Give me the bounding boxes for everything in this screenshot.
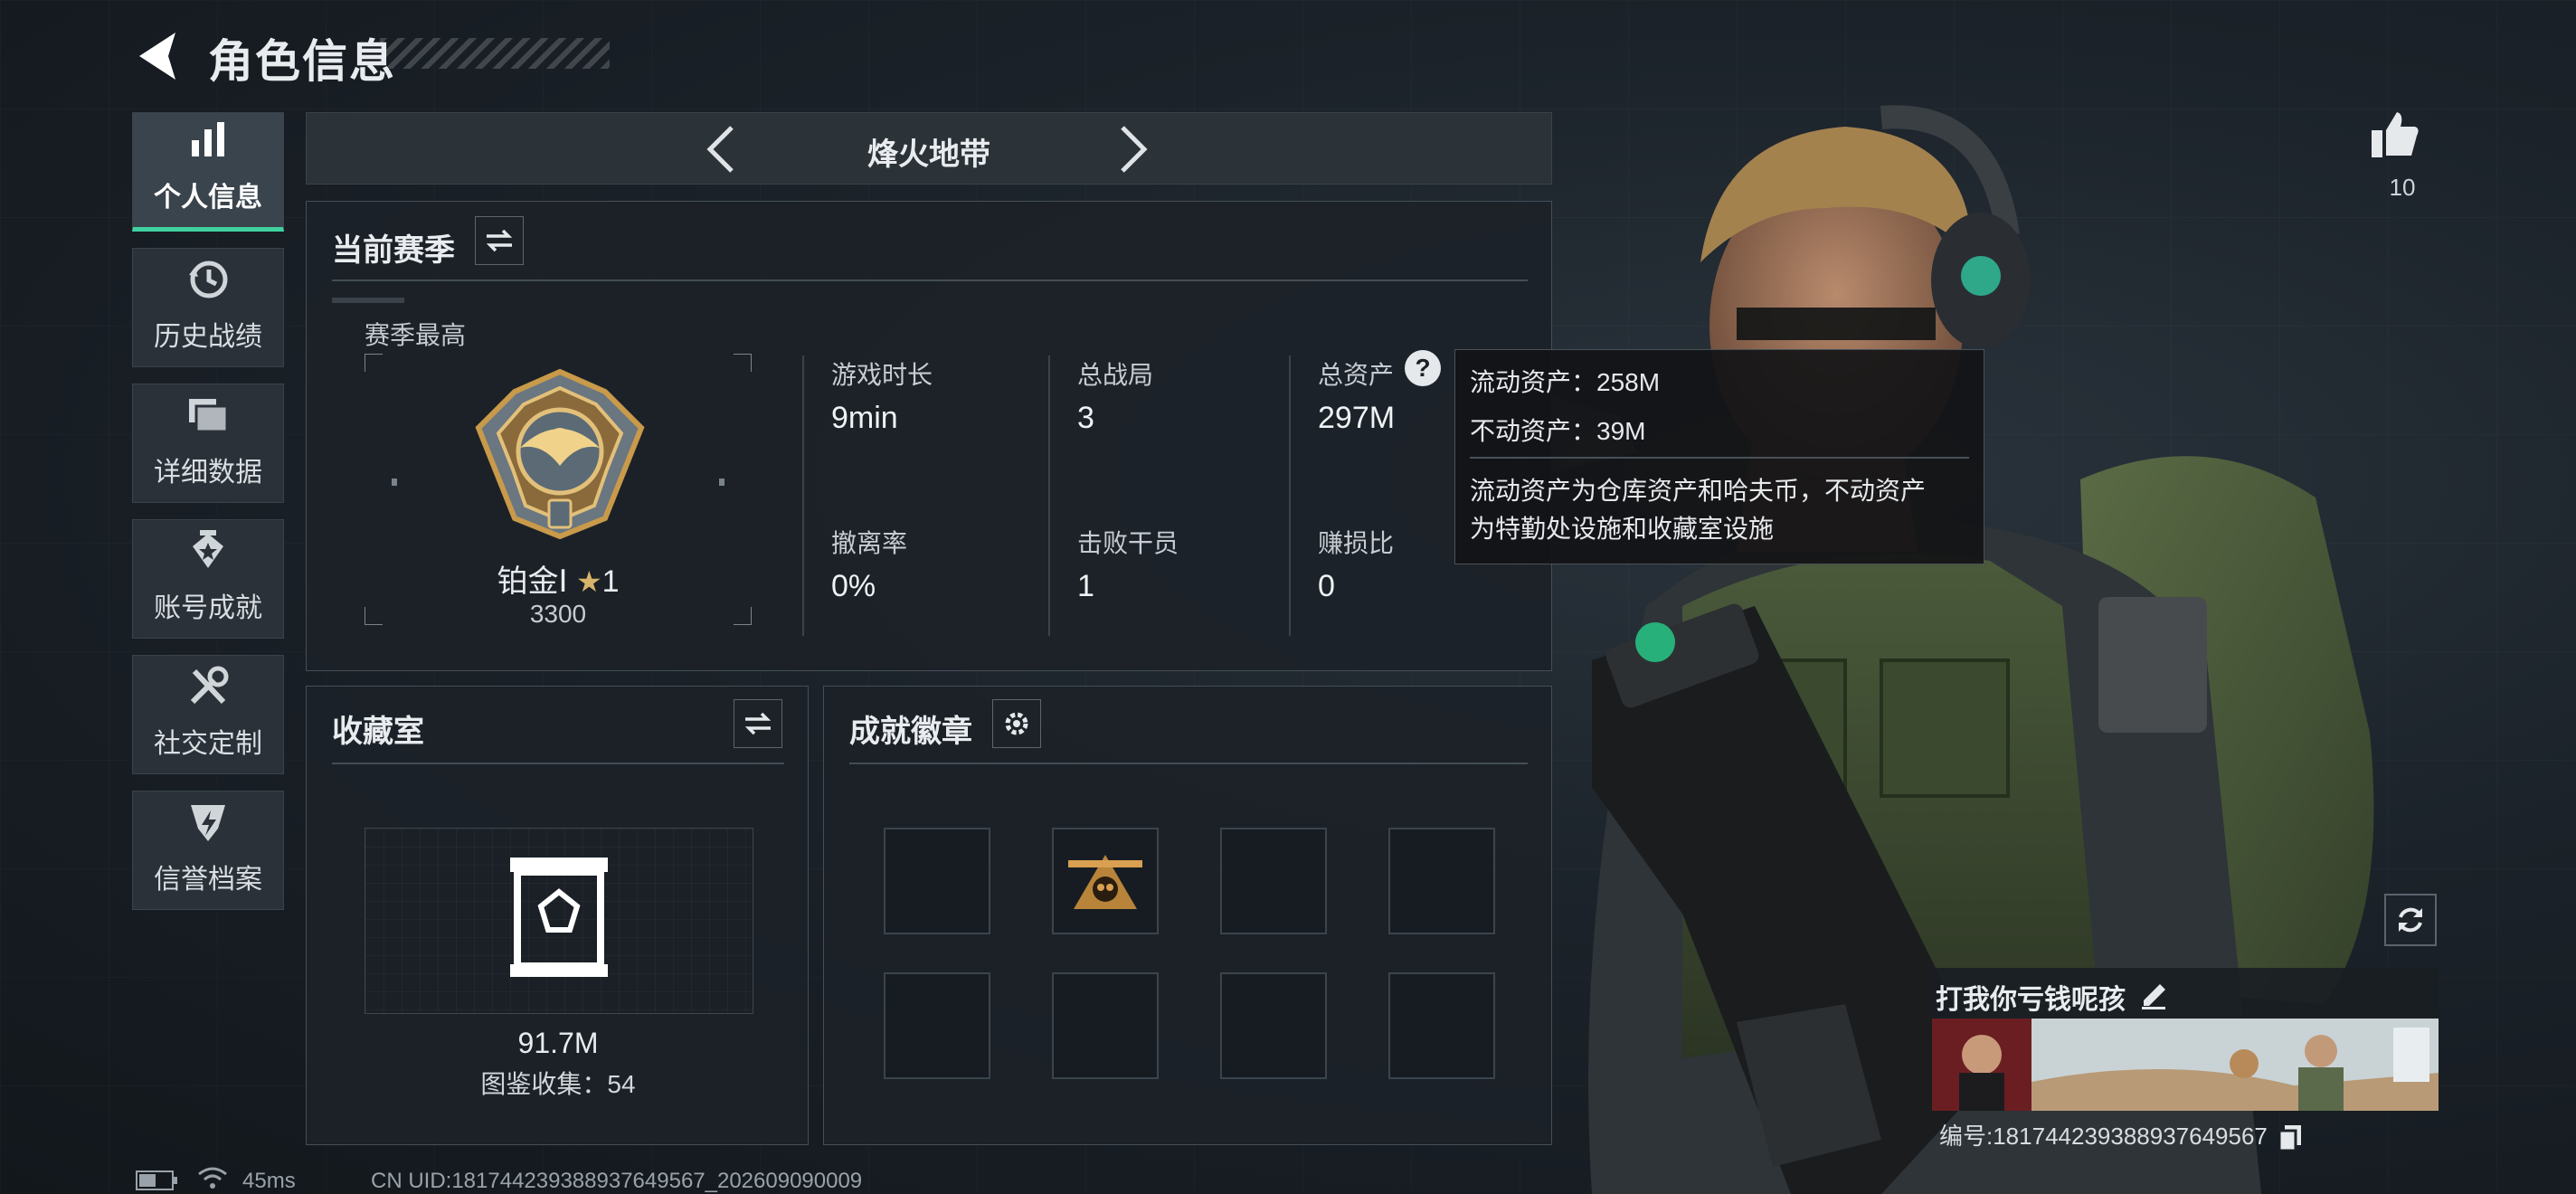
divider [332,280,1528,281]
badge-slot[interactable] [1388,828,1495,934]
name-card-banner[interactable] [1932,1019,2439,1111]
sidebar-item-history[interactable]: 历史战绩 [132,248,284,367]
sidebar-item-personal-info[interactable]: 个人信息 [132,112,284,232]
divider [1048,355,1050,636]
stat-label-extraction-rate: 撤离率 [831,529,908,557]
tooltip-description-line2: 为特勤处设施和收藏室设施 [1470,515,1775,543]
achievement-icon [186,529,230,573]
badge-slot[interactable] [1052,972,1159,1079]
name-card-image [1932,1019,2439,1111]
catalog-count: 图鉴收集：54 [480,1070,636,1098]
stat-label-playtime: 游戏时长 [831,361,933,389]
edit-pencil-icon[interactable] [2138,979,2169,1009]
copy-icon[interactable] [2278,1125,2302,1152]
gear-icon [1005,712,1028,735]
sidebar-item-achievements[interactable]: 账号成就 [132,519,284,639]
stat-value-total-assets: 297M [1318,401,1396,435]
badge-slot[interactable] [1220,828,1327,934]
uid-text: CN UID:181744239388937649567_20260909000… [371,1169,863,1193]
folder-icon [186,393,230,437]
divider [802,355,804,636]
refresh-icon [2399,907,2422,933]
tooltip-description-line1: 流动资产为仓库资产和哈夫币，不动资产 [1470,477,1927,505]
mode-switcher: 烽火地带 [306,112,1552,185]
sidebar-item-label: 详细数据 [154,458,262,488]
collection-switch-button[interactable] [734,699,782,748]
badges-panel-title: 成就徽章 [849,715,972,749]
bar-chart-icon [186,118,230,162]
swap-icon [486,229,513,252]
refresh-button[interactable] [2384,894,2437,946]
player-nickname: 打我你亏钱呢孩 [1936,985,2126,1015]
divider [1289,355,1291,636]
tools-icon [186,665,230,708]
like-count: 10 [2389,174,2416,201]
season-switch-button[interactable] [475,216,524,265]
rank-name: 铂金Ⅰ [497,564,568,599]
display-case-icon [510,858,608,977]
rank-line: 铂金Ⅰ ★1 [365,556,752,601]
back-arrow-icon[interactable] [132,27,183,85]
sidebar-item-label: 社交定制 [154,729,262,759]
stat-value-profit-ratio: 0 [1318,569,1335,603]
help-icon[interactable]: ? [1405,350,1441,386]
tooltip-liquid-assets: 流动资产：258M [1470,368,1661,396]
player-id-text: 编号:181744239388937649567 [1939,1123,2268,1150]
season-panel: 当前赛季 赛季最高 铂金Ⅰ ★1 3300 游戏时长 9min 总战局 3 总资… [306,201,1552,671]
badges-settings-button[interactable] [992,699,1041,748]
stat-label-total-matches: 总战局 [1077,361,1154,389]
sidebar-item-reputation[interactable]: 信誉档案 [132,791,284,910]
lightning-shield-icon [186,801,230,844]
stat-value-operators-defeated: 1 [1077,569,1094,603]
stat-value-playtime: 9min [831,401,898,435]
sidebar-item-label: 个人信息 [154,183,262,213]
sidebar-item-details[interactable]: 详细数据 [132,384,284,503]
assets-tooltip: 流动资产：258M 不动资产：39M 流动资产为仓库资产和哈夫币，不动资产 为特… [1454,349,1984,564]
collection-preview[interactable] [365,828,753,1014]
sidebar-item-label: 账号成就 [154,593,262,623]
rank-score: 3300 [529,600,587,628]
stat-value-extraction-rate: 0% [831,569,876,603]
badge-slot[interactable] [1052,828,1159,934]
season-highest-label: 赛季最高 [365,321,467,349]
collection-value: 91.7M [517,1027,599,1059]
tooltip-fixed-assets: 不动资产：39M [1470,417,1646,445]
battery-icon [136,1170,177,1190]
star-icon: ★ [575,565,602,598]
stat-label-operators-defeated: 击败干员 [1077,529,1179,557]
ping-text: 45ms [242,1169,296,1193]
collection-panel-title: 收藏室 [332,715,424,749]
collection-panel: 收藏室 91.7M 图鉴收集：54 [306,686,809,1145]
rank-stars: 1 [601,564,620,599]
mode-name: 烽火地带 [867,137,990,172]
sidebar-item-label: 信誉档案 [154,865,262,895]
season-panel-title: 当前赛季 [332,233,455,268]
wifi-icon [198,1167,227,1189]
stat-label-total-assets: 总资产 [1318,361,1395,389]
thumbs-up-icon[interactable] [2370,109,2420,159]
badge-slot[interactable] [1388,972,1495,1079]
sidebar-item-label: 历史战绩 [154,322,262,352]
chevron-right-icon[interactable] [1103,120,1157,178]
name-card-header: 打我你亏钱呢孩 [1932,968,2439,1019]
divider [849,763,1528,764]
badges-panel: 成就徽章 [823,686,1552,1145]
player-id: 编号:181744239388937649567 [1939,1118,2302,1152]
tooltip-divider [1470,457,1969,459]
stat-value-total-matches: 3 [1077,401,1094,435]
platinum-rank-badge-icon [475,368,645,540]
decor-bar [332,298,404,303]
stat-label-profit-ratio: 赚损比 [1318,529,1395,557]
history-clock-icon [186,258,230,301]
title-decoration [380,38,610,69]
badge-slot[interactable] [884,972,990,1079]
badge-slot[interactable] [1220,972,1327,1079]
swap-icon [744,712,772,735]
sidebar-item-social[interactable]: 社交定制 [132,655,284,774]
skull-badge-icon [1068,855,1142,909]
divider [332,763,784,764]
badge-slot[interactable] [884,828,990,934]
page-title: 角色信息 [208,36,396,87]
